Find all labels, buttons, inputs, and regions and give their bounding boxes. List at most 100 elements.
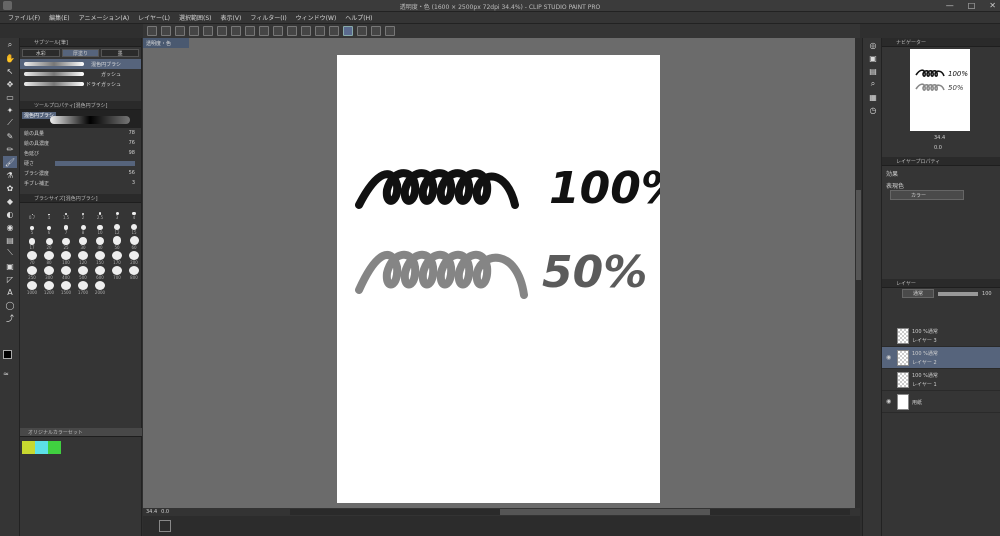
brush-size-option[interactable]: 800 <box>126 266 142 280</box>
brush-size-option[interactable]: 1200 <box>41 281 57 295</box>
brush-size-option[interactable]: 3 <box>109 206 125 220</box>
brush-size-option[interactable]: 60 <box>126 236 142 250</box>
eyedropper-icon[interactable]: ⟋ <box>3 117 17 129</box>
invert-selection-icon[interactable] <box>315 26 325 36</box>
selection-icon[interactable]: ▭ <box>3 91 17 103</box>
property-row[interactable]: 硬さ <box>20 158 141 168</box>
open-icon[interactable] <box>175 26 185 36</box>
brush-size-option[interactable]: 80 <box>41 251 57 265</box>
timeline-icon[interactable] <box>159 520 171 532</box>
decoration-icon[interactable]: ✿ <box>3 182 17 194</box>
brush-size-option[interactable]: 300 <box>41 266 57 280</box>
settings-icon[interactable] <box>385 26 395 36</box>
navigator-icon[interactable]: ◎ <box>866 39 880 51</box>
crop-icon[interactable] <box>301 26 311 36</box>
figure-icon[interactable]: ⟍ <box>3 247 17 259</box>
redo-icon[interactable] <box>217 26 227 36</box>
brush-size-option[interactable]: 30 <box>75 236 91 250</box>
brush-size-option[interactable]: 500 <box>75 266 91 280</box>
subtool-group-thick-paint[interactable]: 厚塗り <box>61 49 100 57</box>
brush-size-option[interactable]: 25 <box>58 236 74 250</box>
item-bank-icon[interactable]: ▤ <box>866 65 880 77</box>
canvas-paper[interactable]: 100% 50% <box>337 55 685 503</box>
pen-icon[interactable]: ✎ <box>3 130 17 142</box>
brush-size-option[interactable]: 6 <box>41 221 57 235</box>
property-row[interactable]: 絵の具濃度 76 <box>20 138 141 148</box>
vertical-scroll-thumb[interactable] <box>856 190 861 280</box>
property-row[interactable]: 色延び 98 <box>20 148 141 158</box>
navigator-zoom[interactable]: 34.4 <box>934 135 945 141</box>
brush-size-option[interactable]: 120 <box>75 251 91 265</box>
snap-ruler-icon[interactable] <box>343 26 353 36</box>
menu-filter[interactable]: フィルター(I) <box>250 13 286 22</box>
menu-file[interactable]: ファイル(F) <box>8 13 40 22</box>
main-color-swatch[interactable] <box>3 350 12 359</box>
menu-window[interactable]: ウィンドウ(W) <box>296 13 337 22</box>
undo-icon[interactable] <box>203 26 213 36</box>
opacity-slider[interactable] <box>938 291 979 296</box>
expression-color-dropdown[interactable]: カラー <box>890 190 964 200</box>
opacity-value[interactable]: 100 <box>982 291 992 297</box>
eraser-icon[interactable]: ◆ <box>3 195 17 207</box>
subtool-group-watercolor[interactable]: 水彩 <box>22 49 60 57</box>
brush-size-option[interactable]: 1 <box>41 206 57 220</box>
brush-size-option[interactable]: 1.5 <box>58 206 74 220</box>
brush-size-option[interactable]: 50 <box>109 236 125 250</box>
subtool-group-ink[interactable]: 墨 <box>101 49 140 57</box>
color-swatch[interactable] <box>48 441 61 454</box>
brush-size-option[interactable]: 40 <box>92 236 108 250</box>
brush-size-option[interactable]: 17 <box>24 236 40 250</box>
brush-size-option[interactable]: 15 <box>126 221 142 235</box>
menu-help[interactable]: ヘルプ(H) <box>345 13 372 22</box>
loading-icon[interactable] <box>231 26 241 36</box>
menu-view[interactable]: 表示(V) <box>221 13 242 22</box>
hardness-bar[interactable] <box>55 160 135 166</box>
brush-size-option[interactable]: 10 <box>92 221 108 235</box>
brush-size-option[interactable]: 1000 <box>24 281 40 295</box>
brush-item[interactable]: 混色円ブラシ <box>20 59 141 69</box>
snap-grid-icon[interactable] <box>371 26 381 36</box>
maximize-button[interactable]: □ <box>968 1 976 10</box>
brush-size-option[interactable]: 200 <box>126 251 142 265</box>
fill-icon[interactable] <box>259 26 269 36</box>
deselect-icon[interactable] <box>287 26 297 36</box>
navigator-preview[interactable]: 100% 50% <box>910 49 970 131</box>
brush-size-option[interactable]: 400 <box>58 266 74 280</box>
operation-icon[interactable]: ↖ <box>3 65 17 77</box>
brush-size-option[interactable]: 700 <box>109 266 125 280</box>
property-row[interactable]: ブラシ濃度 56 <box>20 168 141 178</box>
brush-size-option[interactable]: 2.5 <box>92 206 108 220</box>
brush-size-option[interactable]: 0.7 <box>24 206 40 220</box>
menu-selection[interactable]: 選択範囲(S) <box>179 13 212 22</box>
new-icon[interactable] <box>161 26 171 36</box>
auto-select-icon[interactable]: ✦ <box>3 104 17 116</box>
angle-value[interactable]: 0.0 <box>161 509 169 515</box>
menu-edit[interactable]: 編集(E) <box>49 13 69 22</box>
color-swatch[interactable] <box>22 441 35 454</box>
layer-row[interactable]: 100 %通常 レイヤー 1 <box>882 369 1000 391</box>
save-icon[interactable] <box>189 26 199 36</box>
pencil-icon[interactable]: ✏ <box>3 143 17 155</box>
text-icon[interactable]: A <box>3 286 17 298</box>
eye-icon[interactable]: ◉ <box>886 398 894 405</box>
color-set-dropdown[interactable]: オリジナルカラーセット <box>20 428 142 437</box>
brush-size-option[interactable]: 20 <box>41 236 57 250</box>
snap-special-ruler-icon[interactable] <box>357 26 367 36</box>
history-icon[interactable]: ◷ <box>866 104 880 116</box>
sub-view-icon[interactable]: ▣ <box>866 52 880 64</box>
brush-size-option[interactable]: 7 <box>58 221 74 235</box>
brush-size-option[interactable]: 12 <box>109 221 125 235</box>
clear-icon[interactable] <box>245 26 255 36</box>
material-icon[interactable]: ▦ <box>866 91 880 103</box>
minimize-button[interactable]: — <box>946 1 954 10</box>
balloon-icon[interactable]: ◯ <box>3 299 17 311</box>
layer-row[interactable]: ◉ 100 %通常 レイヤー 2 <box>882 347 1000 369</box>
transform-icon[interactable] <box>273 26 283 36</box>
zoom-value[interactable]: 34.4 <box>146 509 157 515</box>
brush-icon[interactable]: 🖌 <box>3 156 17 168</box>
brush-size-option[interactable]: 1500 <box>58 281 74 295</box>
fill-icon[interactable]: ◉ <box>3 221 17 233</box>
brush-size-option[interactable]: 2000 <box>92 281 108 295</box>
brush-size-option[interactable]: 8 <box>75 221 91 235</box>
brush-size-option[interactable]: 170 <box>109 251 125 265</box>
